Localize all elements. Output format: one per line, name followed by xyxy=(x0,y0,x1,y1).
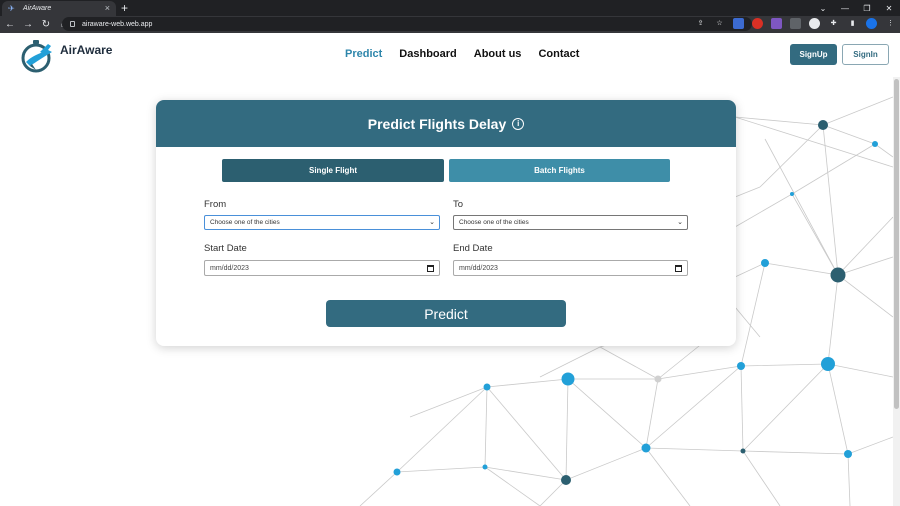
to-select-value: Choose one of the cities xyxy=(459,219,529,226)
start-date-input[interactable]: mm/dd/2023 xyxy=(204,260,440,276)
nav-predict[interactable]: Predict xyxy=(345,48,382,60)
logo[interactable]: AirAware xyxy=(18,38,112,74)
from-label: From xyxy=(204,199,227,210)
from-select-value: Choose one of the cities xyxy=(210,219,280,226)
logo-text: AirAware xyxy=(60,43,113,57)
extension-icon[interactable] xyxy=(733,18,744,29)
end-date-label: End Date xyxy=(453,243,493,254)
extension-icons: ⇪ ☆ ✚ ▮ ⋮ xyxy=(687,18,896,29)
signup-button[interactable]: SignUp xyxy=(790,44,837,65)
card-title: Predict Flights Delay xyxy=(367,115,507,132)
restore-icon[interactable]: ❐ xyxy=(856,4,878,13)
main-nav: Predict Dashboard About us Contact xyxy=(345,48,596,60)
predict-card: Predict Flights Delay i Single Flight Ba… xyxy=(156,100,736,346)
to-select[interactable]: Choose one of the cities ⌄ xyxy=(453,215,688,230)
nav-about-us[interactable]: About us xyxy=(474,48,522,60)
to-label: To xyxy=(453,199,464,210)
scrollbar-thumb[interactable] xyxy=(894,79,899,409)
new-tab-button[interactable]: + xyxy=(121,1,128,15)
bookmark-star-icon[interactable]: ☆ xyxy=(714,18,725,29)
airplane-favicon-icon: ✈ xyxy=(8,3,15,13)
nav-contact[interactable]: Contact xyxy=(538,48,579,60)
close-window-icon[interactable]: ✕ xyxy=(878,4,900,13)
chevron-down-icon: ⌄ xyxy=(429,219,435,226)
address-bar[interactable]: airaware-web.web.app xyxy=(62,17,752,31)
end-date-value: mm/dd/2023 xyxy=(459,264,498,272)
forward-icon[interactable]: → xyxy=(20,19,36,30)
extension-icon[interactable] xyxy=(809,18,820,29)
calendar-icon[interactable] xyxy=(675,265,682,272)
tab-search-icon[interactable]: ⌄ xyxy=(812,4,834,13)
end-date-input[interactable]: mm/dd/2023 xyxy=(453,260,688,276)
page-scrollbar[interactable] xyxy=(893,77,900,506)
signin-button[interactable]: SignIn xyxy=(842,44,889,65)
tab-close-icon[interactable]: × xyxy=(105,4,110,13)
info-icon[interactable]: i xyxy=(512,117,525,130)
browser-toolbar: ← → ↻ ⌂ airaware-web.web.app ⇪ ☆ ✚ ▮ ⋮ xyxy=(0,16,900,33)
card-header: Predict Flights Delay i xyxy=(156,100,736,147)
tab-title: AirAware xyxy=(23,5,52,12)
browser-tab-bar: ✈ AirAware × + ⌄ — ❐ ✕ xyxy=(0,0,900,16)
extension-icon[interactable] xyxy=(752,18,763,29)
site-header: AirAware Predict Dashboard About us Cont… xyxy=(0,33,900,77)
extension-icon[interactable] xyxy=(771,18,782,29)
calendar-icon[interactable] xyxy=(427,265,434,272)
minimize-icon[interactable]: — xyxy=(834,4,856,13)
start-date-value: mm/dd/2023 xyxy=(210,264,249,272)
chevron-down-icon: ⌄ xyxy=(677,219,683,226)
profile-avatar-icon[interactable] xyxy=(866,18,877,29)
batch-flights-button[interactable]: Batch Flights xyxy=(449,159,670,182)
airaware-logo-icon xyxy=(21,40,52,73)
reload-icon[interactable]: ↻ xyxy=(38,19,54,30)
extension-icon[interactable] xyxy=(790,18,801,29)
menu-kebab-icon[interactable]: ⋮ xyxy=(885,18,896,29)
single-flight-button[interactable]: Single Flight xyxy=(222,159,444,182)
back-icon[interactable]: ← xyxy=(2,19,18,30)
share-icon[interactable]: ⇪ xyxy=(695,18,706,29)
window-controls: ⌄ — ❐ ✕ xyxy=(812,0,900,16)
predict-button[interactable]: Predict xyxy=(326,300,566,327)
nav-dashboard[interactable]: Dashboard xyxy=(399,48,456,60)
from-select[interactable]: Choose one of the cities ⌄ xyxy=(204,215,440,230)
lock-icon xyxy=(70,21,75,27)
url-text: airaware-web.web.app xyxy=(82,20,153,28)
start-date-label: Start Date xyxy=(204,243,247,254)
sidebar-icon[interactable]: ▮ xyxy=(847,18,858,29)
browser-tab[interactable]: ✈ AirAware × xyxy=(2,1,116,16)
puzzle-extensions-icon[interactable]: ✚ xyxy=(828,18,839,29)
